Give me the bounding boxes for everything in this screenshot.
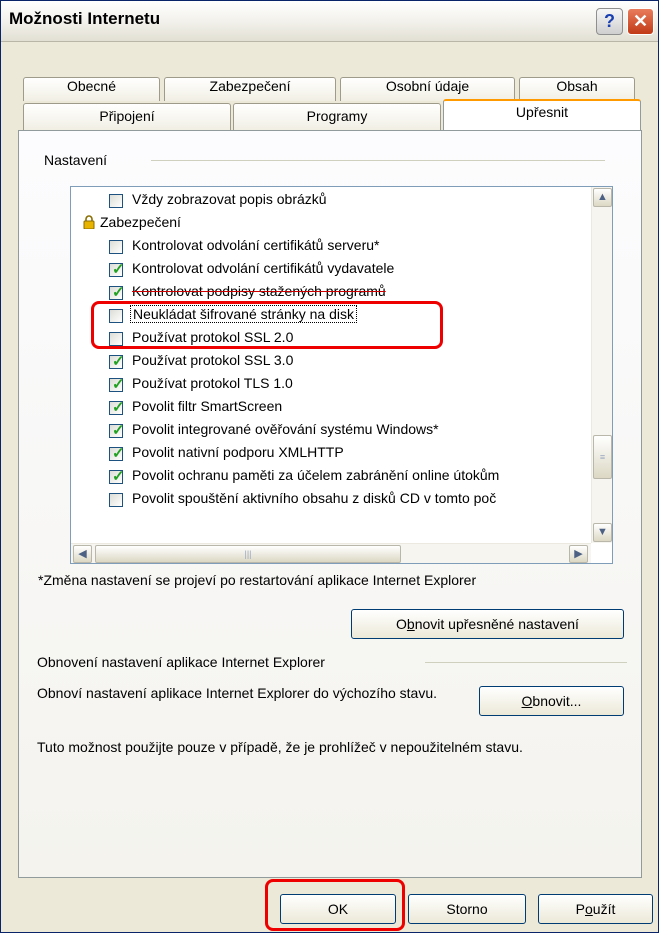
category-zabezpeceni: Zabezpečení: [71, 213, 581, 235]
checkbox[interactable]: ✓: [109, 284, 125, 301]
hscroll-thumb[interactable]: |||: [95, 545, 401, 563]
reset-description: Obnoví nastavení aplikace Internet Explo…: [37, 685, 438, 701]
setting-item[interactable]: ✓ Používat protokol TLS 1.0: [71, 374, 581, 396]
setting-item[interactable]: Povolit spouštění aktivního obsahu z dis…: [71, 489, 581, 511]
check-mark-icon: ✓: [112, 468, 125, 485]
restart-note: *Změna nastavení se projeví po restartov…: [38, 572, 477, 588]
help-button[interactable]: ?: [596, 8, 623, 35]
check-mark-icon: ✓: [112, 261, 125, 278]
setting-item[interactable]: Kontrolovat odvolání certifikátů serveru…: [71, 236, 581, 258]
setting-item[interactable]: ✓ Kontrolovat podpisy stažených programů: [71, 282, 581, 304]
check-mark-icon: ✓: [112, 376, 125, 393]
reset-note: Tuto možnost použijte pouze v případě, ž…: [37, 739, 523, 755]
check-mark-icon: ✓: [112, 445, 125, 462]
checkbox[interactable]: [109, 309, 123, 323]
checkbox[interactable]: ✓: [109, 353, 125, 370]
checkbox[interactable]: [109, 240, 123, 254]
tab-obecne[interactable]: Obecné: [23, 77, 160, 101]
check-mark-icon: ✓: [112, 422, 125, 439]
tab-zabezpeceni[interactable]: Zabezpečení: [164, 77, 336, 101]
setting-item-selected[interactable]: Neukládat šifrované stránky na disk: [71, 305, 581, 327]
checkbox[interactable]: [109, 493, 123, 507]
check-mark-icon: ✓: [112, 284, 125, 301]
vertical-scrollbar[interactable]: ▲ ≡ ▼: [591, 187, 612, 543]
tab-upresnit[interactable]: Upřesnit: [443, 99, 641, 131]
setting-item[interactable]: ✓ Povolit ochranu paměti za účelem zabrá…: [71, 466, 581, 488]
checkbox[interactable]: ✓: [109, 376, 125, 393]
internet-options-dialog: Možnosti Internetu ? ✕ Obecné Zabezpečen…: [0, 0, 659, 933]
checkbox[interactable]: ✓: [109, 468, 125, 485]
reset-group-divider: [425, 662, 627, 663]
tab-pripojeni[interactable]: Připojení: [23, 103, 231, 130]
close-button[interactable]: ✕: [627, 8, 654, 35]
scroll-down-icon[interactable]: ▼: [593, 523, 612, 542]
setting-item[interactable]: ✓ Povolit integrované ověřování systému …: [71, 420, 581, 442]
horizontal-scrollbar[interactable]: ◀ ||| ▶: [71, 543, 591, 563]
reset-group-label: Obnovení nastavení aplikace Internet Exp…: [37, 654, 325, 670]
checkbox[interactable]: ✓: [109, 445, 125, 462]
lock-icon: [83, 215, 95, 229]
settings-list[interactable]: Vždy zobrazovat popis obrázků Zabezpečen…: [70, 186, 613, 564]
tab-osobni-udaje[interactable]: Osobní údaje: [340, 77, 515, 101]
settings-group-label: Nastavení: [44, 152, 108, 168]
setting-item[interactable]: ✓ Používat protokol SSL 3.0: [71, 351, 581, 373]
window-title: Možnosti Internetu: [9, 9, 161, 28]
tab-programy[interactable]: Programy: [233, 103, 441, 130]
check-mark-icon: ✓: [112, 399, 125, 416]
setting-item[interactable]: Vždy zobrazovat popis obrázků: [71, 190, 581, 212]
checkbox[interactable]: ✓: [109, 261, 125, 278]
checkbox[interactable]: [109, 332, 123, 346]
settings-group-divider: [151, 160, 605, 161]
check-mark-icon: ✓: [112, 353, 125, 370]
restore-advanced-settings-button[interactable]: Obnovit upřesněné nastavení: [351, 609, 624, 639]
checkbox[interactable]: [109, 194, 123, 208]
setting-item[interactable]: ✓ Povolit nativní podporu XMLHTTP: [71, 443, 581, 465]
scroll-thumb[interactable]: ≡: [593, 435, 612, 479]
checkbox[interactable]: ✓: [109, 422, 125, 439]
scroll-right-icon[interactable]: ▶: [569, 545, 588, 563]
reset-button[interactable]: Obnovit...: [479, 686, 624, 716]
setting-item[interactable]: Používat protokol SSL 2.0: [71, 328, 581, 350]
scroll-up-icon[interactable]: ▲: [593, 188, 612, 207]
tab-obsah[interactable]: Obsah: [519, 77, 635, 101]
checkbox[interactable]: ✓: [109, 399, 125, 416]
title-bar[interactable]: Možnosti Internetu ? ✕: [1, 1, 658, 42]
cancel-button[interactable]: Storno: [408, 894, 526, 924]
setting-item[interactable]: ✓ Povolit filtr SmartScreen: [71, 397, 581, 419]
ok-button[interactable]: OK: [280, 894, 396, 924]
setting-item[interactable]: ✓ Kontrolovat odvolání certifikátů vydav…: [71, 259, 581, 281]
scroll-left-icon[interactable]: ◀: [73, 545, 92, 563]
apply-button[interactable]: Použít: [538, 894, 653, 924]
